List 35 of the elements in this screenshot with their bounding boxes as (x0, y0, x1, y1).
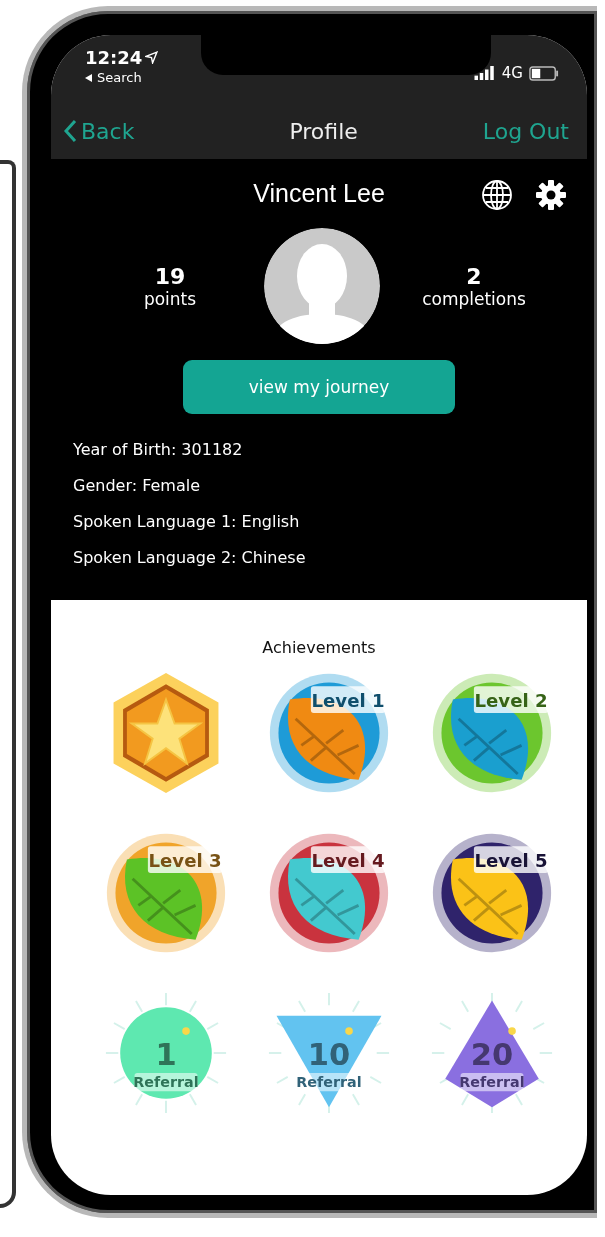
back-button[interactable]: Back (63, 118, 135, 144)
battery-icon (529, 65, 559, 81)
badge-level-label: Level 2 (474, 690, 548, 712)
badge-level-label: Level 5 (474, 850, 548, 872)
stat-label: completions (422, 288, 526, 309)
badge-level-label: Level 4 (311, 850, 385, 872)
back-triangle-icon (85, 73, 93, 82)
back-to-app-link[interactable]: Search (85, 70, 159, 85)
location-arrow-icon (145, 51, 159, 64)
settings-icon[interactable] (535, 179, 567, 211)
profile-detail: Spoken Language 2: Chinese (73, 547, 307, 569)
stat-label: points (143, 288, 197, 309)
referral-label: Referral (296, 1074, 362, 1091)
page-title: Profile (289, 118, 358, 144)
referral-count: 1 (155, 1037, 177, 1073)
network-label: 4G (501, 64, 523, 82)
profile-detail: Year of Birth: 301182 (73, 439, 244, 461)
stat-value: 2 (466, 263, 482, 289)
chevron-left-icon (63, 119, 77, 143)
badge-level-label: Level 3 (148, 850, 222, 872)
signal-icon (473, 66, 496, 80)
section-title: Achievements (262, 638, 376, 657)
profile-detail: Gender: Female (73, 475, 201, 497)
user-name: Vincent Lee (253, 179, 385, 208)
badge-level-label: Level 1 (311, 690, 385, 712)
stat-value: 19 (154, 263, 186, 289)
view-journey-button[interactable]: view my journey (183, 360, 455, 414)
referral-label: Referral (459, 1074, 525, 1091)
referral-count: 20 (470, 1037, 514, 1073)
profile-detail: Spoken Language 1: English (73, 511, 301, 533)
log-out-button[interactable]: Log Out (482, 118, 569, 144)
referral-count: 10 (307, 1037, 351, 1073)
status-time: 12:24 (85, 47, 143, 68)
globe-icon[interactable] (481, 179, 513, 211)
referral-label: Referral (133, 1074, 199, 1091)
